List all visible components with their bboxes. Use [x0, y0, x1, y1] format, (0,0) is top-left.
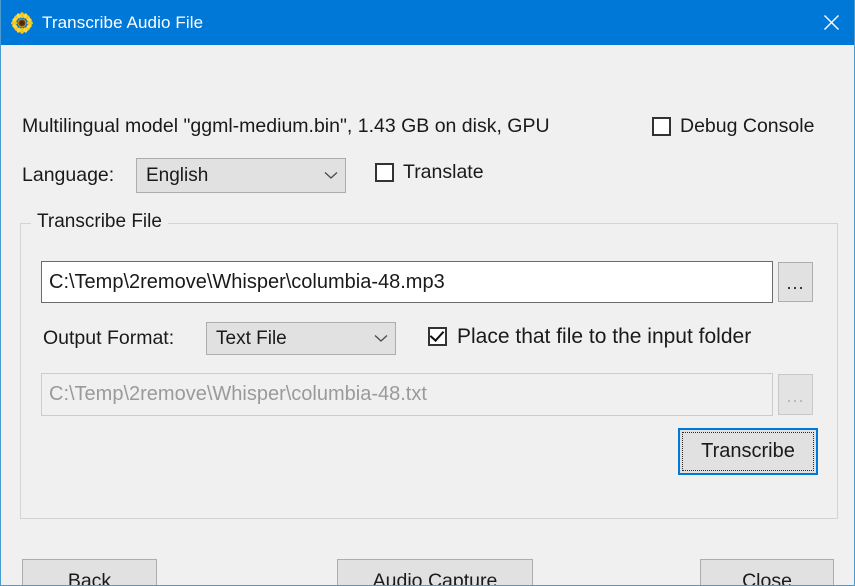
language-select[interactable]: English: [136, 158, 346, 193]
place-in-input-folder-checkbox[interactable]: Place that file to the input folder: [428, 326, 751, 347]
audio-capture-button[interactable]: Audio Capture: [337, 559, 533, 585]
translate-label: Translate: [403, 161, 484, 183]
titlebar: Transcribe Audio File: [1, 0, 854, 45]
checkbox-box-place-in-input-folder: [428, 327, 447, 346]
chevron-down-icon: [323, 168, 339, 184]
model-info-text: Multilingual model "ggml-medium.bin", 1.…: [22, 115, 550, 137]
transcribe-audio-file-window: Transcribe Audio File Multilingual model…: [0, 0, 855, 586]
translate-checkbox[interactable]: Translate: [375, 161, 484, 183]
checkbox-box-translate: [375, 163, 394, 183]
sunflower-icon: [11, 11, 33, 34]
output-format-label: Output Format:: [43, 327, 175, 349]
debug-console-checkbox[interactable]: Debug Console: [652, 115, 815, 137]
transcribe-file-group-title: Transcribe File: [31, 211, 168, 233]
language-label: Language:: [22, 164, 115, 186]
transcribe-button[interactable]: Transcribe: [678, 428, 818, 475]
browse-output-file-button: ...: [778, 374, 813, 415]
back-button[interactable]: Back: [22, 559, 157, 585]
checkbox-box-debug-console: [652, 117, 671, 137]
window-title: Transcribe Audio File: [42, 12, 204, 32]
chevron-down-glyph: [374, 335, 388, 342]
close-glyph: [823, 15, 839, 30]
client-area: Multilingual model "ggml-medium.bin", 1.…: [1, 45, 854, 585]
language-value: English: [146, 164, 209, 186]
output-format-value: Text File: [216, 327, 287, 349]
debug-console-label: Debug Console: [680, 115, 815, 137]
chevron-down-icon: [373, 331, 389, 347]
browse-input-file-button[interactable]: ...: [778, 262, 813, 302]
close-icon[interactable]: [808, 0, 854, 45]
close-button[interactable]: Close: [700, 559, 834, 585]
place-in-input-folder-label: Place that file to the input folder: [457, 325, 752, 348]
chevron-down-glyph: [324, 172, 338, 179]
output-file-path-field: C:\Temp\2remove\Whisper\columbia-48.txt: [41, 373, 773, 416]
input-file-path-field[interactable]: C:\Temp\2remove\Whisper\columbia-48.mp3: [41, 261, 773, 303]
transcribe-button-label: Transcribe: [682, 432, 814, 471]
output-format-select[interactable]: Text File: [206, 322, 396, 355]
